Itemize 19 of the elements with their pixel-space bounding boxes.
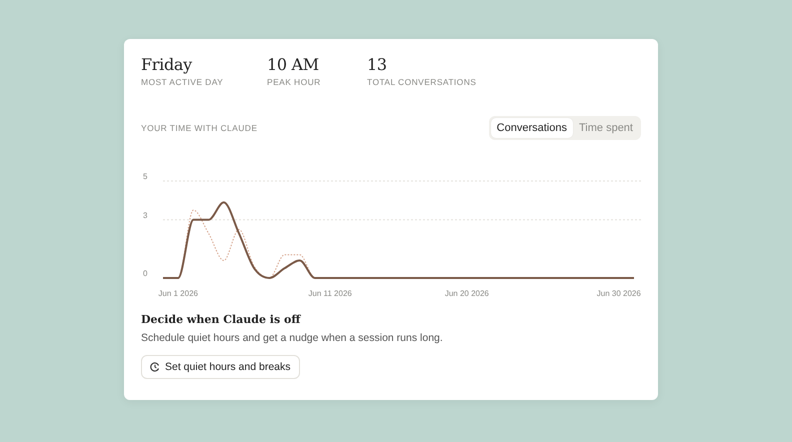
toggle-tab[interactable]: Conversations bbox=[490, 118, 573, 138]
section-heading: Decide when Claude is off bbox=[141, 313, 302, 326]
section-title: YOUR TIME WITH CLAUDE bbox=[141, 123, 258, 133]
axis-tick-label: Jun 1 2026 bbox=[158, 289, 198, 298]
stat-value: 13 bbox=[367, 55, 388, 74]
axis-tick-label: 0 bbox=[143, 269, 148, 278]
moon-clock-icon bbox=[150, 362, 160, 372]
axis-tick-label: 5 bbox=[143, 172, 148, 181]
quiet-hours-button[interactable]: Set quiet hours and breaks bbox=[141, 355, 300, 379]
section-description: Schedule quiet hours and get a nudge when a session runs long. bbox=[141, 332, 444, 344]
stat-label: PEAK HOUR bbox=[267, 77, 322, 87]
axis-tick-label: Jun 11 2026 bbox=[308, 289, 352, 298]
axis-tick-label: 3 bbox=[143, 210, 148, 220]
stat-value: Friday bbox=[141, 55, 194, 74]
axis-tick-label: Jun 30 2026 bbox=[596, 289, 641, 298]
stat-label: MOST ACTIVE DAY bbox=[141, 77, 224, 87]
stat-label: TOTAL CONVERSATIONS bbox=[367, 77, 476, 87]
axis-tick-label: Jun 20 2026 bbox=[444, 289, 489, 298]
stat-value: 10 AM bbox=[267, 55, 320, 74]
